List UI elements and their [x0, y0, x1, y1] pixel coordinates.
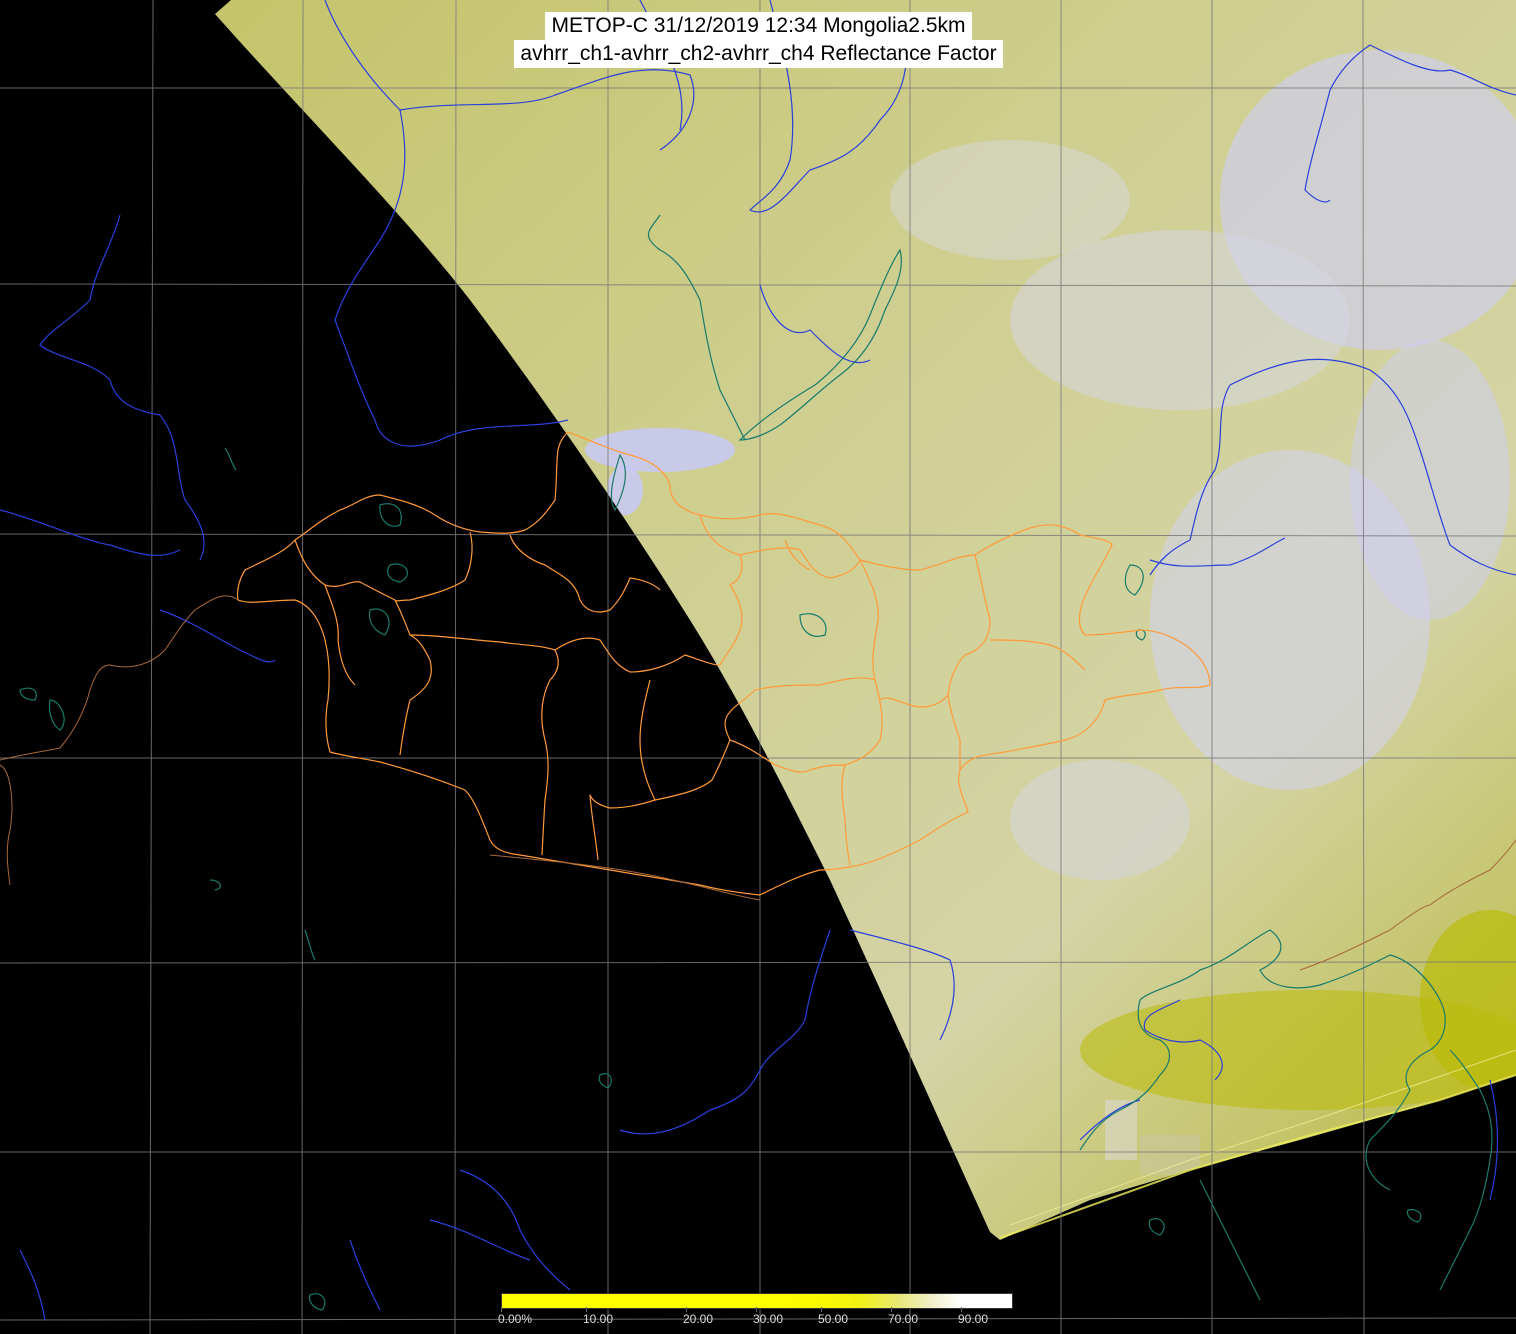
- title-line-2: avhrr_ch1-avhrr_ch2-avhrr_ch4 Reflectanc…: [514, 40, 1003, 68]
- aimag-border: [409, 634, 559, 856]
- river: [19, 1249, 46, 1321]
- lake: [379, 503, 402, 527]
- colorbar-tick-label: 50.00: [818, 1312, 849, 1326]
- colorbar-tick-label: 70.00: [888, 1312, 919, 1326]
- river: [0, 509, 181, 556]
- colorbar-tick-label: 90.00: [958, 1312, 989, 1326]
- lake: [308, 1293, 326, 1311]
- country-border: [0, 595, 239, 761]
- aimag-border: [294, 539, 432, 756]
- title-line-1: METOP-C 31/12/2019 12:34 Mongolia2.5km: [545, 12, 972, 40]
- lake: [19, 687, 37, 701]
- river: [39, 214, 205, 561]
- colorbar-tick-label: 30.00: [753, 1312, 784, 1326]
- lake: [224, 447, 237, 471]
- satellite-swath: [215, 0, 1516, 1240]
- aimag-border: [554, 637, 721, 673]
- aimag-border: [394, 531, 473, 602]
- country-border: [489, 854, 761, 901]
- river: [1489, 1079, 1499, 1201]
- lake: [368, 608, 390, 636]
- aimag-border: [589, 679, 656, 861]
- graticule-line: [301, 0, 304, 1334]
- coastline: [1199, 1179, 1261, 1301]
- river: [159, 609, 276, 663]
- island: [1148, 1218, 1165, 1236]
- colorbar-tick-label: 10.00: [583, 1312, 614, 1326]
- aimag-border: [654, 689, 756, 801]
- satellite-map: [0, 0, 1516, 1334]
- lake: [598, 1073, 612, 1089]
- river: [459, 1169, 571, 1291]
- aimag-border: [509, 534, 661, 613]
- lake: [209, 879, 222, 891]
- colorbar-tick-label: 20.00: [683, 1312, 714, 1326]
- country-border: [0, 764, 13, 886]
- river: [429, 1219, 531, 1261]
- map-viewport: METOP-C 31/12/2019 12:34 Mongolia2.5km a…: [0, 0, 1516, 1334]
- island: [1406, 1209, 1422, 1223]
- river: [349, 1239, 381, 1311]
- colorbar-strip: [501, 1293, 1013, 1309]
- graticule-line: [149, 0, 154, 1334]
- lake: [387, 563, 408, 583]
- river: [619, 929, 831, 1135]
- lake: [304, 929, 316, 961]
- graticule-line: [0, 1151, 1516, 1154]
- colorbar-legend: 0.00% 10.00 20.00 30.00 50.00 70.00 90.00: [498, 1293, 1013, 1330]
- lake: [48, 699, 65, 731]
- colorbar-tick-label: 0.00%: [498, 1312, 533, 1326]
- map-title: METOP-C 31/12/2019 12:34 Mongolia2.5km a…: [475, 12, 1042, 68]
